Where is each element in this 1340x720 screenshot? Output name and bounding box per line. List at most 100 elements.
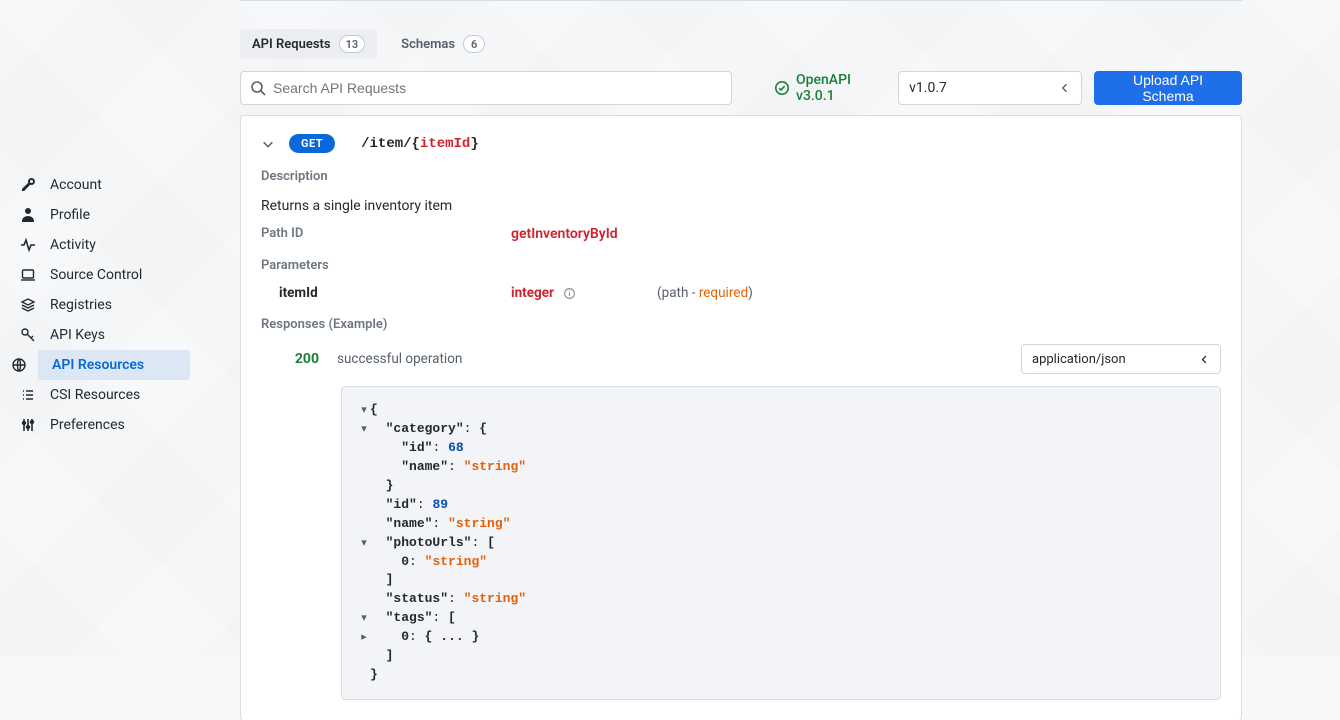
content-type-value: application/json	[1032, 352, 1126, 367]
path-param: itemId	[420, 136, 470, 152]
key-icon	[20, 327, 36, 343]
responses-label: Responses (Example)	[261, 317, 1221, 332]
sidebar-item-source-control[interactable]: Source Control	[0, 260, 190, 290]
search-input[interactable]	[240, 71, 732, 105]
path-suffix: }	[470, 136, 478, 152]
json-line: 0: "string"	[358, 553, 1204, 572]
endpoint-header: GET /item/{itemId}	[261, 134, 1221, 153]
sidebar-item-label: Source Control	[50, 267, 142, 283]
collapse-icon[interactable]	[261, 137, 275, 151]
parameters-label: Parameters	[261, 258, 1221, 273]
tab-label: API Requests	[252, 37, 331, 52]
json-caret	[358, 518, 370, 534]
json-line: ▾ "photoUrls": [	[358, 534, 1204, 553]
sidebar-item-activity[interactable]: Activity	[0, 230, 190, 260]
sidebar-item-label: Account	[50, 177, 102, 193]
json-caret[interactable]: ▸	[358, 631, 370, 647]
json-caret	[358, 461, 370, 477]
openapi-label-text: OpenAPI v3.0.1	[796, 72, 886, 104]
json-line: "id": 89	[358, 496, 1204, 515]
response-code: 200	[261, 351, 337, 367]
search-icon	[250, 80, 266, 96]
chevron-left-icon	[1059, 82, 1071, 94]
openapi-status: OpenAPI v3.0.1	[774, 72, 886, 104]
search-wrap	[240, 71, 732, 105]
json-caret	[358, 593, 370, 609]
json-example: ▾{▾ "category": { "id": 68 "name": "stri…	[341, 386, 1221, 700]
sidebar-item-label: Registries	[50, 297, 112, 313]
sidebar-item-profile[interactable]: Profile	[0, 200, 190, 230]
version-select-value: v1.0.7	[909, 80, 947, 96]
info-icon[interactable]	[563, 287, 576, 300]
globe-icon	[11, 357, 27, 373]
path-prefix: /item/{	[361, 136, 420, 152]
json-line: }	[358, 477, 1204, 496]
sidebar-item-label: API Resources	[52, 357, 144, 373]
param-type: integer	[511, 285, 554, 301]
json-caret	[358, 556, 370, 572]
wrench-icon	[20, 177, 36, 193]
toolbar: OpenAPI v3.0.1 v1.0.7 Upload API Schema	[240, 71, 1242, 105]
sidebar-item-csi-resources[interactable]: CSI Resources	[0, 380, 190, 410]
http-method-badge: GET	[289, 134, 335, 153]
tab-schemas[interactable]: Schemas 6	[389, 29, 497, 59]
response-description: successful operation	[337, 351, 1021, 367]
json-caret	[358, 574, 370, 590]
param-name: itemId	[261, 285, 511, 301]
json-line: }	[358, 666, 1204, 685]
content-type-select[interactable]: application/json	[1021, 344, 1221, 374]
stack-icon	[20, 297, 36, 313]
sidebar-item-registries[interactable]: Registries	[0, 290, 190, 320]
sidebar-item-preferences[interactable]: Preferences	[0, 410, 190, 440]
sidebar-item-label: Activity	[50, 237, 96, 253]
json-line: "name": "string"	[358, 515, 1204, 534]
json-line: ▾{	[358, 401, 1204, 420]
endpoint-panel: GET /item/{itemId} Description Returns a…	[240, 115, 1242, 720]
sidebar-item-label: API Keys	[50, 327, 105, 343]
upload-schema-button[interactable]: Upload API Schema	[1094, 71, 1242, 105]
pulse-icon	[20, 237, 36, 253]
json-caret[interactable]: ▾	[358, 612, 370, 628]
json-caret[interactable]: ▾	[358, 404, 370, 420]
sidebar-item-label: CSI Resources	[50, 387, 140, 403]
list-icon	[20, 387, 36, 403]
path-id-value: getInventoryById	[511, 226, 618, 242]
json-caret	[358, 669, 370, 685]
laptop-icon	[20, 267, 36, 283]
sidebar-item-label: Profile	[50, 207, 90, 223]
sidebar-item-api-resources[interactable]: API Resources	[38, 350, 190, 380]
sidebar-item-account[interactable]: Account	[0, 170, 190, 200]
version-select[interactable]: v1.0.7	[898, 71, 1082, 105]
chevron-left-icon	[1199, 354, 1210, 365]
path-id-label: Path ID	[261, 226, 511, 242]
json-caret	[358, 499, 370, 515]
sidebar-item-api-keys[interactable]: API Keys	[0, 320, 190, 350]
param-required: required	[699, 285, 748, 301]
tab-label: Schemas	[401, 37, 455, 52]
param-in-suffix: )	[748, 285, 753, 301]
json-line: ▾ "tags": [	[358, 609, 1204, 628]
json-line: "name": "string"	[358, 458, 1204, 477]
tab-count: 13	[339, 35, 366, 53]
description-label: Description	[261, 169, 1221, 184]
json-line: "status": "string"	[358, 590, 1204, 609]
description-text: Returns a single inventory item	[261, 198, 1221, 214]
json-line: ▾ "category": {	[358, 420, 1204, 439]
json-line: ▸ 0: { ... }	[358, 628, 1204, 647]
endpoint-path: /item/{itemId}	[361, 136, 479, 152]
json-caret[interactable]: ▾	[358, 537, 370, 553]
json-line: ]	[358, 571, 1204, 590]
person-icon	[20, 207, 36, 223]
json-caret	[358, 442, 370, 458]
param-meta: (path - required)	[657, 285, 753, 301]
tab-count: 6	[463, 35, 485, 53]
json-caret	[358, 650, 370, 666]
tab-api-requests[interactable]: API Requests 13	[240, 29, 377, 59]
sidebar-item-label: Preferences	[50, 417, 125, 433]
sidebar: Account Profile Activity Source Control Regi…	[0, 0, 190, 657]
sliders-icon	[20, 417, 36, 433]
json-caret[interactable]: ▾	[358, 423, 370, 439]
main-content: API Requests 13 Schemas 6 OpenAPI v3.0.1 v1…	[190, 0, 1340, 657]
json-line: "id": 68	[358, 439, 1204, 458]
json-caret	[358, 480, 370, 496]
